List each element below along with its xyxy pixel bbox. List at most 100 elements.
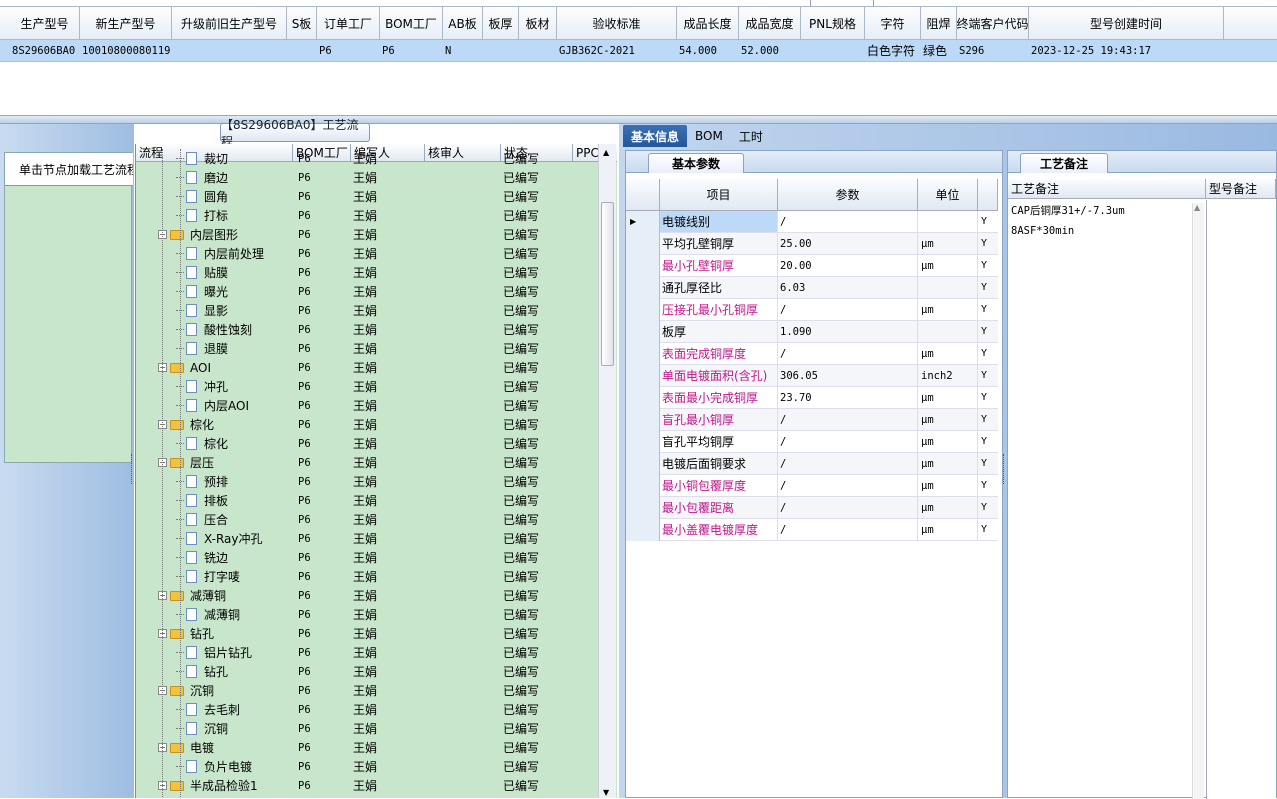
grid-cell[interactable]: P6 bbox=[379, 40, 442, 61]
col-model-remark[interactable]: 型号备注 bbox=[1206, 179, 1276, 198]
row-selector[interactable] bbox=[626, 475, 660, 497]
tree-node-row[interactable]: 磨边 P6 王娟 已编写 bbox=[136, 168, 598, 187]
tree-node-row[interactable]: 沉铜 P6 王娟 已编写 bbox=[136, 719, 598, 738]
grid-cell[interactable]: 白色字符 bbox=[864, 40, 920, 61]
param-row[interactable]: 表面最小完成铜厚 23.70 μm Y bbox=[626, 387, 998, 409]
grid-cell[interactable]: 2023-12-25 19:43:17 bbox=[1028, 40, 1223, 61]
param-row[interactable]: 最小孔壁铜厚 20.00 μm Y bbox=[626, 255, 998, 277]
col-header[interactable]: PNL规格 bbox=[801, 7, 865, 39]
tree-scroll-thumb[interactable] bbox=[601, 202, 614, 366]
col-header[interactable]: 型号创建时间 bbox=[1029, 7, 1224, 39]
row-selector[interactable] bbox=[626, 431, 660, 453]
col-process-remark[interactable]: 工艺备注 bbox=[1008, 179, 1206, 198]
tree-node-row[interactable]: 负片电镀 P6 王娟 已编写 bbox=[136, 757, 598, 776]
param-value[interactable]: / bbox=[778, 431, 918, 452]
grid-cell[interactable]: N bbox=[442, 40, 482, 61]
tree-node-row[interactable]: 圆角 P6 王娟 已编写 bbox=[136, 187, 598, 206]
param-value[interactable]: / bbox=[778, 343, 918, 364]
tree-node-row[interactable]: 钻孔 P6 王娟 已编写 bbox=[136, 662, 598, 681]
row-selector[interactable] bbox=[626, 277, 660, 299]
grid-cell[interactable] bbox=[171, 40, 286, 61]
param-value[interactable]: 25.00 bbox=[778, 233, 918, 254]
param-value[interactable]: / bbox=[778, 475, 918, 496]
tree-node-row[interactable]: − 减薄铜 P6 王娟 已编写 bbox=[136, 586, 598, 605]
row-selector[interactable] bbox=[626, 453, 660, 475]
grid-cell[interactable] bbox=[482, 40, 518, 61]
col-header[interactable]: 板厚 bbox=[483, 7, 519, 39]
process-remark-text[interactable]: CAP后铜厚31+/-7.3um 8ASF*30min bbox=[1008, 200, 1206, 250]
col-header[interactable]: 生产型号 bbox=[10, 7, 80, 39]
param-row[interactable]: ▶ 电镀线别 / Y bbox=[626, 211, 998, 233]
col-header[interactable]: 新生产型号 bbox=[80, 7, 172, 39]
col-header[interactable]: 成品宽度 bbox=[739, 7, 801, 39]
tab-process-remark[interactable]: 工艺备注 bbox=[1020, 153, 1108, 173]
grid-cell[interactable]: 8S29606BA0 bbox=[9, 40, 79, 61]
scroll-down-icon[interactable]: ▼ bbox=[603, 788, 609, 797]
col-header[interactable]: BOM工厂 bbox=[380, 7, 443, 39]
tree-node-row[interactable]: − 层压 P6 王娟 已编写 bbox=[136, 453, 598, 472]
grid-cell[interactable]: 52.000 bbox=[738, 40, 800, 61]
param-value[interactable]: / bbox=[778, 497, 918, 518]
remark-scrollbar[interactable]: ▲ bbox=[1192, 203, 1204, 799]
scroll-up-icon[interactable]: ▲ bbox=[603, 148, 609, 157]
param-value[interactable]: 6.03 bbox=[778, 277, 918, 298]
tree-node-row[interactable]: 打字唛 P6 王娟 已编写 bbox=[136, 567, 598, 586]
model-remark-text[interactable] bbox=[1206, 200, 1276, 799]
param-row[interactable]: 通孔厚径比 6.03 Y bbox=[626, 277, 998, 299]
param-value[interactable]: / bbox=[778, 409, 918, 430]
tree-node-row[interactable]: 冲孔 P6 王娟 已编写 bbox=[136, 377, 598, 396]
row-selector[interactable] bbox=[626, 497, 660, 519]
param-row[interactable]: 最小包覆距离 / μm Y bbox=[626, 497, 998, 519]
param-value[interactable]: 1.090 bbox=[778, 321, 918, 342]
tree-node-row[interactable]: 棕化 P6 王娟 已编写 bbox=[136, 434, 598, 453]
model-grid-selected-row[interactable]: 8S29606BA0 10010800080119 P6 P6 N GJB362C-202… bbox=[0, 40, 1277, 62]
row-selector[interactable] bbox=[626, 299, 660, 321]
row-selector[interactable] bbox=[626, 519, 660, 541]
tree-node-row[interactable]: 预排 P6 王娟 已编写 bbox=[136, 472, 598, 491]
tree-node-row[interactable]: 退膜 P6 王娟 已编写 bbox=[136, 339, 598, 358]
col-header[interactable]: 终端客户代码 bbox=[957, 7, 1029, 39]
param-value[interactable]: / bbox=[778, 211, 918, 232]
grid-cell[interactable] bbox=[800, 40, 864, 61]
tree-node-row[interactable]: − AOI P6 王娟 已编写 bbox=[136, 358, 598, 377]
col-value[interactable]: 参数 bbox=[778, 179, 918, 210]
param-value[interactable]: / bbox=[778, 299, 918, 320]
col-header[interactable]: 验收标准 bbox=[557, 7, 677, 39]
col-header[interactable]: 成品长度 bbox=[677, 7, 739, 39]
param-row[interactable]: 最小盖覆电镀厚度 / μm Y bbox=[626, 519, 998, 541]
tab-basic-params[interactable]: 基本参数 bbox=[648, 153, 744, 173]
tab-work-hours[interactable]: 工时 bbox=[731, 125, 771, 147]
col-header[interactable]: 阻焊 bbox=[921, 7, 957, 39]
row-selector[interactable] bbox=[626, 343, 660, 365]
tree-node-row[interactable]: 内层AOI P6 王娟 已编写 bbox=[136, 396, 598, 415]
param-row[interactable]: 单面电镀面积(含孔) 306.05 inch2 Y bbox=[626, 365, 998, 387]
tree-node-row[interactable]: 铝片钻孔 P6 王娟 已编写 bbox=[136, 643, 598, 662]
param-row[interactable]: 表面完成铜厚度 / μm Y bbox=[626, 343, 998, 365]
tree-node-row[interactable]: 排板 P6 王娟 已编写 bbox=[136, 491, 598, 510]
row-selector[interactable]: ▶ bbox=[626, 211, 660, 233]
node-load-area[interactable]: 单击节点加载工艺流程 bbox=[4, 152, 133, 463]
tree-node-row[interactable]: − 钻孔 P6 王娟 已编写 bbox=[136, 624, 598, 643]
param-value[interactable]: 23.70 bbox=[778, 387, 918, 408]
param-value[interactable]: 20.00 bbox=[778, 255, 918, 276]
col-header[interactable]: 升级前旧生产型号 bbox=[172, 7, 287, 39]
col-header[interactable]: 板材 bbox=[519, 7, 557, 39]
param-value[interactable]: / bbox=[778, 519, 918, 540]
tree-node-row[interactable]: 压合 P6 王娟 已编写 bbox=[136, 510, 598, 529]
col-header[interactable]: 订单工厂 bbox=[317, 7, 380, 39]
tree-node-row[interactable]: 显影 P6 王娟 已编写 bbox=[136, 301, 598, 320]
param-row[interactable]: 平均孔壁铜厚 25.00 μm Y bbox=[626, 233, 998, 255]
tree-node-row[interactable]: − 棕化 P6 王娟 已编写 bbox=[136, 415, 598, 434]
param-value[interactable]: / bbox=[778, 453, 918, 474]
param-row[interactable]: 压接孔最小孔铜厚 / μm Y bbox=[626, 299, 998, 321]
col-unit[interactable]: 单位 bbox=[918, 179, 978, 210]
param-value[interactable]: 306.05 bbox=[778, 365, 918, 386]
grid-cell[interactable]: 54.000 bbox=[676, 40, 738, 61]
tree-node-row[interactable]: 内层前处理 P6 王娟 已编写 bbox=[136, 244, 598, 263]
horizontal-splitter[interactable] bbox=[0, 116, 1277, 124]
tree-node-row[interactable]: X-Ray冲孔 P6 王娟 已编写 bbox=[136, 529, 598, 548]
tree-node-row[interactable]: 曝光 P6 王娟 已编写 bbox=[136, 282, 598, 301]
grid-cell[interactable] bbox=[286, 40, 316, 61]
flow-title-tab[interactable]: 【8S29606BA0】工艺流程 bbox=[220, 118, 370, 149]
grid-cell[interactable]: GJB362C-2021 bbox=[556, 40, 676, 61]
